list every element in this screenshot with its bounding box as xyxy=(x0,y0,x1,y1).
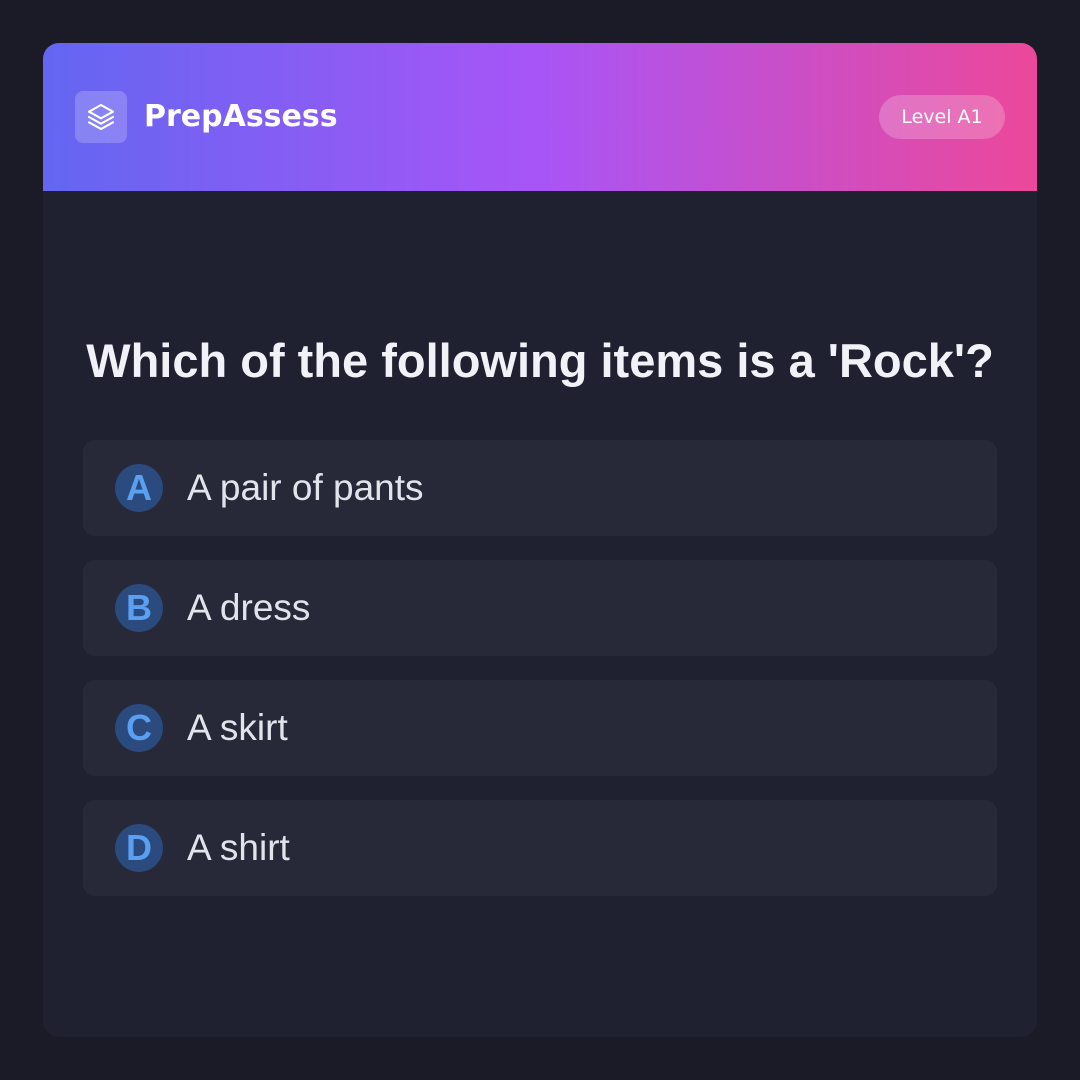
answer-option-b[interactable]: B A dress xyxy=(83,560,997,656)
option-letter-badge: D xyxy=(115,824,163,872)
option-letter-badge: C xyxy=(115,704,163,752)
quiz-card: PrepAssess Level A1 Which of the followi… xyxy=(43,43,1037,1037)
brand-name: PrepAssess xyxy=(144,99,338,134)
level-badge: Level A1 xyxy=(879,95,1005,139)
option-text: A dress xyxy=(187,587,311,628)
option-text: A pair of pants xyxy=(187,467,424,508)
option-text: A shirt xyxy=(187,827,290,868)
logo xyxy=(75,91,127,143)
answer-option-d[interactable]: D A shirt xyxy=(83,800,997,896)
layers-icon xyxy=(87,103,115,131)
answer-option-c[interactable]: C A skirt xyxy=(83,680,997,776)
option-text: A skirt xyxy=(187,707,288,748)
question-text: Which of the following items is a 'Rock'… xyxy=(86,334,994,387)
quiz-header: PrepAssess Level A1 xyxy=(43,43,1037,191)
answer-option-a[interactable]: A A pair of pants xyxy=(83,440,997,536)
option-letter-badge: A xyxy=(115,464,163,512)
option-letter-badge: B xyxy=(115,584,163,632)
